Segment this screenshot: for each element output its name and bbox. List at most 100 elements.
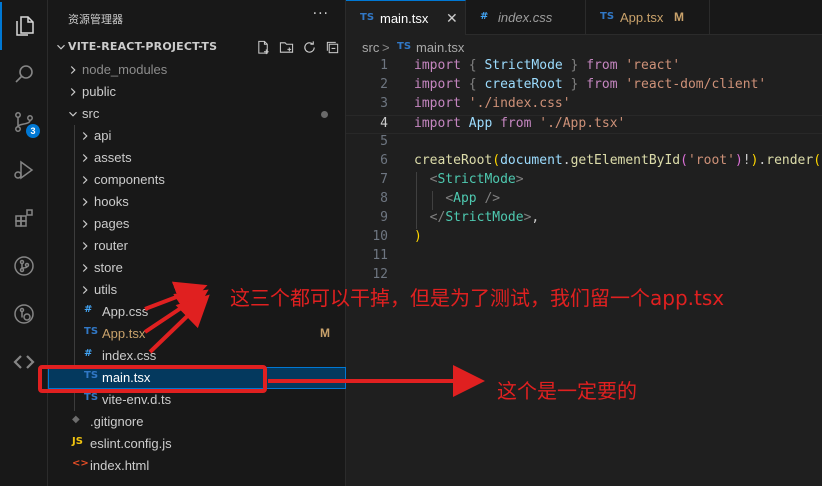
code-editor[interactable]: 1 import { StrictMode } from 'react' 2 impo… [346,58,822,486]
folder-item[interactable]: components [48,169,346,191]
file-item[interactable]: TS main.tsx [48,367,346,389]
new-file-icon[interactable] [255,39,271,55]
item-label: .gitignore [90,414,144,429]
git-graph-icon[interactable] [0,242,48,290]
explorer-icon[interactable] [0,2,48,50]
item-label: hooks [94,194,129,209]
chevron-right-icon [70,88,76,96]
close-tab-icon[interactable]: ✕ [446,10,458,27]
project-header[interactable]: VITE-REACT-PROJECT-TS [48,37,346,59]
line-number: 3 [380,96,388,111]
tab-main-tsx[interactable]: TS main.tsx ✕ [346,0,466,35]
folder-item[interactable]: hooks [48,191,346,213]
folder-item[interactable]: assets [48,147,346,169]
tab-label: App.tsx [620,10,664,25]
line-number: 5 [380,134,388,149]
code-line[interactable]: 2 import { createRoot } from 'react-dom/c… [346,77,822,96]
tab-app-tsx[interactable]: TS App.tsx M [586,0,710,35]
code-line[interactable]: 1 import { StrictMode } from 'react' [346,58,822,77]
item-label: App.tsx [102,326,146,341]
file-item[interactable]: # index.css [48,345,346,367]
chevron-right-icon [70,66,76,74]
line-number: 8 [380,191,388,206]
code-text: <App /> [445,191,501,206]
file-item[interactable]: TS App.tsx M [48,323,346,345]
activity-bar: 3 [0,0,48,486]
line-number: 9 [380,210,388,225]
refresh-icon[interactable] [301,39,317,55]
item-label: App.css [102,304,149,319]
modified-indicator: M [320,326,330,340]
breadcrumb-file[interactable]: main.tsx [416,40,464,55]
item-label: store [94,260,123,275]
line-number: 10 [372,229,388,244]
chevron-right-icon [82,176,88,184]
folder-item[interactable]: node_modules [48,59,346,81]
item-label: assets [94,150,132,165]
indent-guide [432,191,433,210]
folder-item[interactable]: router [48,235,346,257]
code-line[interactable]: 4 import App from './App.tsx' [346,115,822,134]
css-file-icon: # [84,348,93,359]
collapse-all-icon[interactable] [324,39,340,55]
chevron-down-icon [69,111,77,117]
typescript-file-icon: TS [84,392,99,403]
code-line[interactable]: 11 [346,248,822,267]
extensions-icon[interactable] [0,194,48,242]
chevron-right-icon [82,264,88,272]
css-file-icon: # [84,304,93,315]
code-text: </StrictMode>, [429,210,540,225]
chevron-right-icon [82,286,88,294]
folder-item[interactable]: pages [48,213,346,235]
editor-tabs: TS main.tsx ✕ # index.css TS App.tsx M [346,0,822,35]
file-item[interactable]: TS vite-env.d.ts [48,389,346,411]
code-text: ) [414,229,422,244]
git-file-icon: ◆ [72,414,80,425]
code-brackets-icon[interactable] [0,338,48,386]
source-control-icon[interactable]: 3 [0,98,48,146]
file-item[interactable]: <> index.html [48,455,346,477]
item-label: public [82,84,116,99]
typescript-file-icon: TS [397,41,412,52]
item-label: api [94,128,112,143]
chevron-right-icon [82,198,88,206]
code-line[interactable]: 9 </StrictMode>, [346,210,822,229]
code-line[interactable]: 6 createRoot(document.getElementById('roo… [346,153,822,172]
code-text: <StrictMode> [429,172,524,187]
remote-explorer-icon[interactable] [0,290,48,338]
tab-label: index.css [498,10,553,25]
breadcrumb-folder[interactable]: src [362,40,379,55]
chevron-right-icon [82,220,88,228]
item-label: utils [94,282,118,297]
tab-index-css[interactable]: # index.css [466,0,586,35]
item-label: components [94,172,165,187]
chevron-right-icon [82,154,88,162]
code-line[interactable]: 5 [346,134,822,153]
code-line[interactable]: 10) [346,229,822,248]
typescript-file-icon: TS [600,11,615,22]
code-line[interactable]: 7 <StrictMode> [346,172,822,191]
file-item[interactable]: JS eslint.config.js [48,433,346,455]
more-actions-icon[interactable]: ··· [313,6,329,22]
item-label: index.css [102,348,157,363]
folder-item[interactable]: public [48,81,346,103]
typescript-file-icon: TS [84,370,99,381]
folder-item[interactable]: store [48,257,346,279]
folder-item[interactable]: api [48,125,346,147]
line-number: 6 [380,153,388,168]
code-line[interactable]: 3 import './index.css' [346,96,822,115]
code-text: import './index.css' [414,96,571,111]
annotation-keep-note: 这个是一定要的 [497,379,637,403]
item-label: node_modules [82,62,168,77]
typescript-file-icon: TS [360,12,375,23]
css-file-icon: # [480,11,489,22]
file-item[interactable]: ◆ .gitignore [48,411,346,433]
code-line[interactable]: 8 <App /> [346,191,822,210]
folder-item[interactable]: src [48,103,346,125]
line-number: 2 [380,77,388,92]
tab-label: main.tsx [380,11,429,26]
search-icon[interactable] [0,50,48,98]
run-debug-icon[interactable] [0,146,48,194]
new-folder-icon[interactable] [278,39,294,55]
line-number: 12 [372,267,388,282]
